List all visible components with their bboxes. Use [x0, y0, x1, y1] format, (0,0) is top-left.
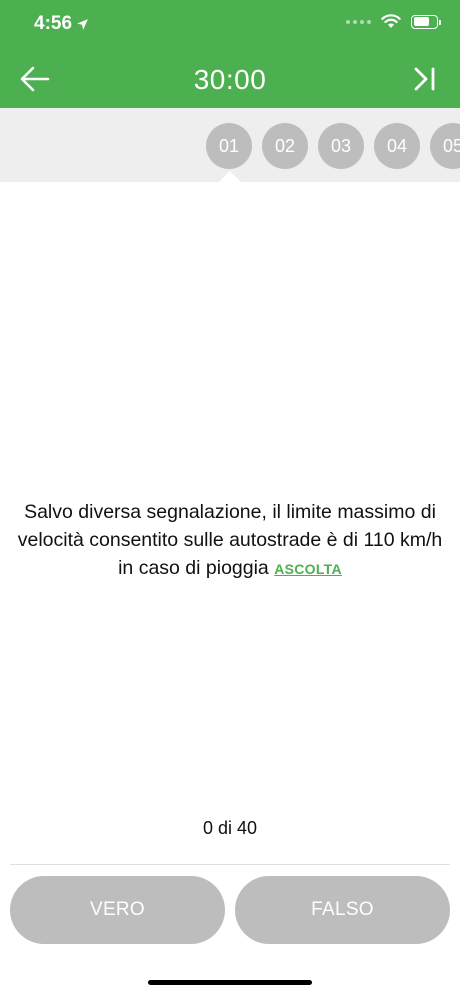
status-indicators [346, 14, 438, 29]
skip-end-icon [412, 66, 438, 92]
location-arrow-icon [76, 18, 89, 31]
skip-to-end-button[interactable] [408, 62, 442, 96]
question-chip-01[interactable]: 01 [206, 123, 252, 169]
true-button[interactable]: VERO [10, 876, 225, 944]
app-header: 4:56 30:00 [0, 0, 460, 108]
signal-dots-icon [346, 20, 371, 24]
question-chip-03[interactable]: 03 [318, 123, 364, 169]
question-chip-04[interactable]: 04 [374, 123, 420, 169]
progress-counter: 0 di 40 [0, 818, 460, 839]
divider [10, 864, 450, 865]
home-indicator [148, 980, 312, 985]
status-time: 4:56 [34, 13, 89, 35]
current-question-pointer [219, 171, 241, 182]
false-button[interactable]: FALSO [235, 876, 450, 944]
question-chips: 01 02 03 04 05 [206, 123, 460, 169]
battery-icon [411, 15, 438, 29]
timer: 30:00 [0, 64, 460, 96]
question-chip-02[interactable]: 02 [262, 123, 308, 169]
question-body: Salvo diversa segnalazione, il limite ma… [18, 501, 443, 579]
listen-link[interactable]: ASCOLTA [274, 561, 342, 577]
status-time-text: 4:56 [34, 13, 72, 35]
question-text: Salvo diversa segnalazione, il limite ma… [10, 498, 450, 583]
wifi-icon [381, 14, 401, 29]
question-chip-05[interactable]: 05 [430, 123, 460, 169]
